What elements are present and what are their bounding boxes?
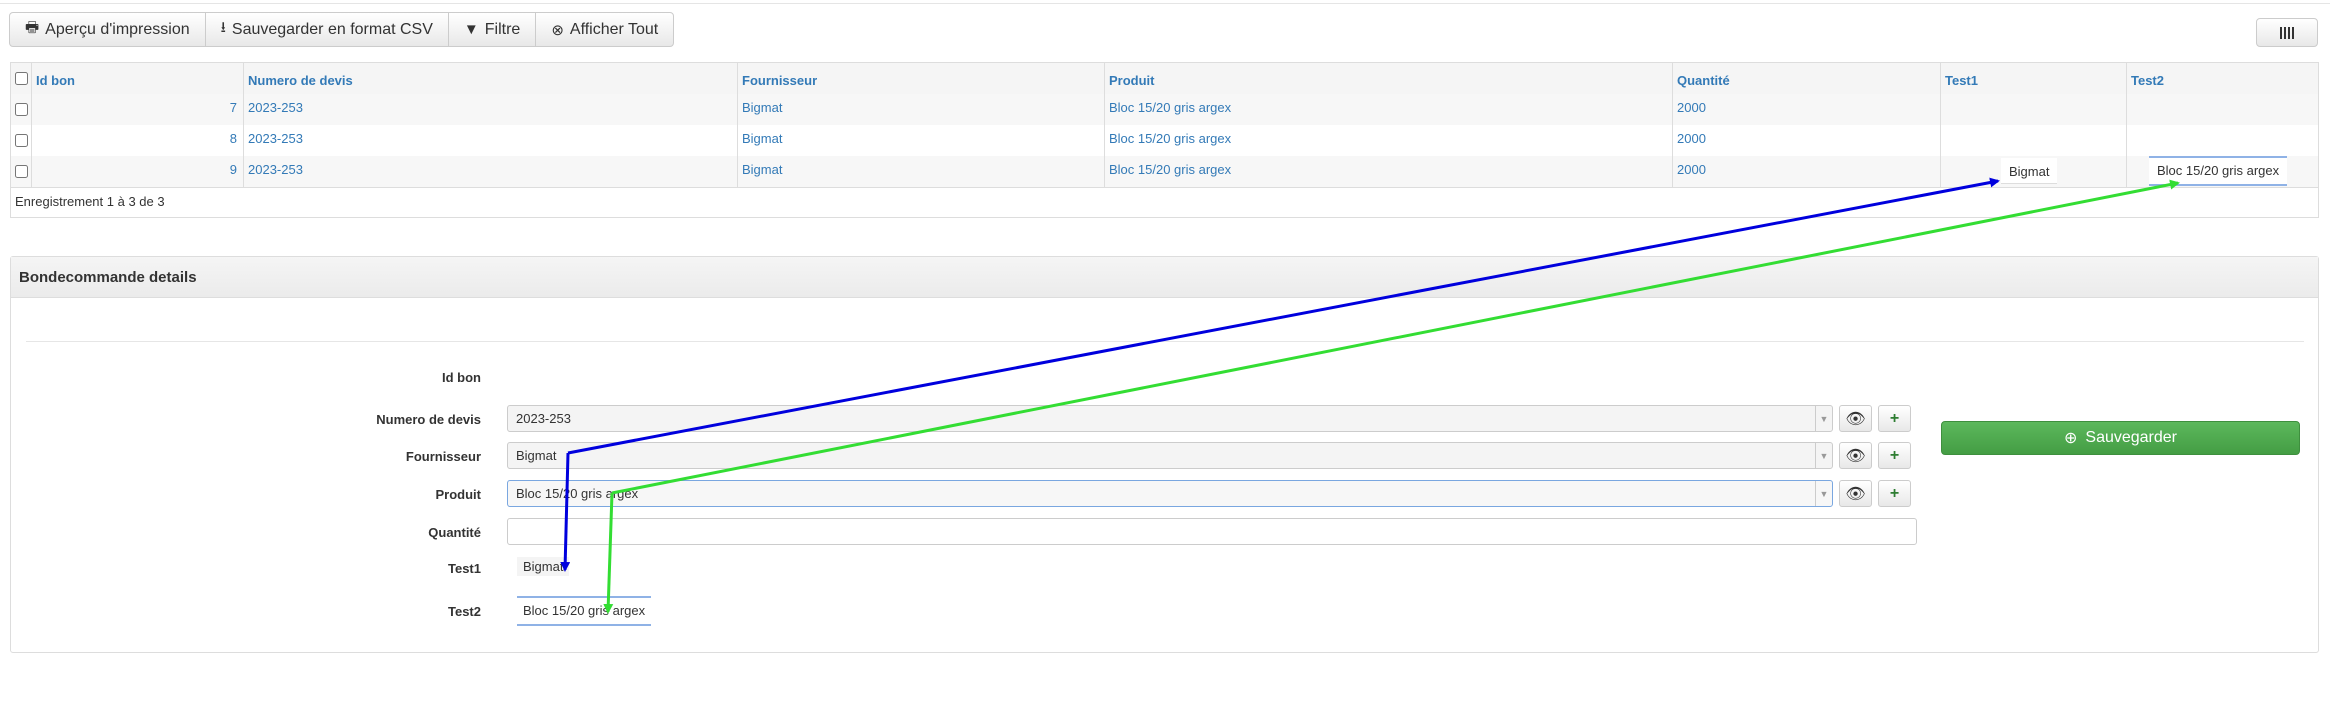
cell-quantite[interactable]: 2000	[1672, 125, 1940, 156]
col-header-quantite[interactable]: Quantité	[1672, 63, 1940, 94]
row-checkbox[interactable]	[15, 103, 28, 116]
save-csv-button[interactable]: ⭳ Sauvegarder en format CSV	[204, 12, 449, 47]
print-preview-button[interactable]: 🖶 Aperçu d'impression	[9, 12, 206, 47]
devis-select[interactable]: 2023-253 ▼	[507, 405, 1833, 432]
dropdown-arrow-icon[interactable]: ▼	[1815, 443, 1832, 468]
label-id-bon: Id bon	[442, 370, 481, 385]
cell-produit[interactable]: Bloc 15/20 gris argex	[1104, 156, 1672, 187]
printer-icon: 🖶	[25, 19, 40, 36]
filter-button[interactable]: ▼ Filtre	[447, 12, 537, 47]
cell-id-bon[interactable]: 8	[31, 125, 243, 156]
col-header-test1[interactable]: Test1	[1940, 63, 2126, 94]
cell-numero-devis[interactable]: 2023-253	[243, 125, 737, 156]
save-label: Sauvegarder	[2085, 429, 2178, 446]
eye-icon: 👁	[1845, 410, 1866, 428]
field-labels: Id bon Numero de devis Fournisseur Produ…	[281, 257, 481, 652]
row-select-cell	[11, 94, 31, 125]
row-checkbox[interactable]	[15, 134, 28, 147]
cell-id-bon[interactable]: 9	[31, 156, 243, 187]
label-numero-devis: Numero de devis	[376, 412, 481, 427]
produit-add-button[interactable]: +	[1878, 480, 1911, 507]
fournisseur-select-value: Bigmat	[516, 448, 557, 463]
label-fournisseur: Fournisseur	[405, 449, 481, 464]
table-row[interactable]: 9 2023-253 Bigmat Bloc 15/20 gris argex …	[11, 156, 2318, 188]
label-test1: Test1	[448, 561, 481, 576]
test1-inline-value: Bigmat	[2001, 158, 2058, 184]
col-header-produit[interactable]: Produit	[1104, 63, 1672, 94]
grid-toolbar: 🖶 Aperçu d'impression ⭳ Sauvegarder en f…	[9, 12, 675, 47]
cell-fournisseur[interactable]: Bigmat	[737, 156, 1104, 187]
top-divider	[0, 0, 2330, 4]
cell-numero-devis[interactable]: 2023-253	[243, 156, 737, 187]
devis-add-button[interactable]: +	[1878, 405, 1911, 432]
detail-panel: Bondecommande details Id bon Numero de d…	[10, 256, 2319, 653]
plus-icon: +	[1889, 409, 1900, 427]
cell-produit[interactable]: Bloc 15/20 gris argex	[1104, 94, 1672, 125]
filter-icon: ▼	[463, 21, 479, 38]
eye-icon: 👁	[1845, 485, 1866, 503]
produit-select[interactable]: Bloc 15/20 gris argex ▼	[507, 480, 1833, 507]
cell-produit[interactable]: Bloc 15/20 gris argex	[1104, 125, 1672, 156]
cell-numero-devis[interactable]: 2023-253	[243, 94, 737, 125]
cell-fournisseur[interactable]: Bigmat	[737, 94, 1104, 125]
grid-header-row: Id bon Numero de devis Fournisseur Produ…	[11, 63, 2318, 95]
record-count: Enregistrement 1 à 3 de 3	[15, 194, 165, 209]
print-preview-label: Aperçu d'impression	[45, 20, 190, 38]
cell-test1[interactable]	[1940, 94, 2126, 125]
col-header-numero-devis[interactable]: Numero de devis	[243, 63, 737, 94]
dropdown-arrow-icon[interactable]: ▼	[1815, 406, 1832, 431]
fournisseur-view-button[interactable]: 👁	[1839, 442, 1872, 469]
cell-test2[interactable]: Bloc 15/20 gris argex	[2126, 156, 2318, 187]
columns-icon	[2280, 26, 2294, 39]
circle-x-icon: ⊗	[551, 21, 564, 39]
row-select-cell	[11, 156, 31, 187]
save-button[interactable]: ⊕ Sauvegarder	[1941, 421, 2300, 455]
column-chooser-button[interactable]	[2256, 18, 2318, 47]
cell-quantite[interactable]: 2000	[1672, 156, 1940, 187]
row-checkbox[interactable]	[15, 165, 28, 178]
fournisseur-select[interactable]: Bigmat ▼	[507, 442, 1833, 469]
cell-fournisseur[interactable]: Bigmat	[737, 125, 1104, 156]
devis-select-value: 2023-253	[516, 411, 571, 426]
cell-test1[interactable]	[1940, 125, 2126, 156]
quantite-input[interactable]	[507, 518, 1917, 545]
cell-test2[interactable]	[2126, 125, 2318, 156]
produit-select-value: Bloc 15/20 gris argex	[516, 486, 639, 501]
save-csv-label: Sauvegarder en format CSV	[231, 20, 433, 38]
table-row[interactable]: 7 2023-253 Bigmat Bloc 15/20 gris argex …	[11, 94, 2318, 126]
col-header-test2[interactable]: Test2	[2126, 63, 2318, 94]
data-grid: Id bon Numero de devis Fournisseur Produ…	[10, 62, 2319, 218]
fournisseur-add-button[interactable]: +	[1878, 442, 1911, 469]
cell-id-bon[interactable]: 7	[31, 94, 243, 125]
show-all-button[interactable]: ⊗ Afficher Tout	[535, 12, 675, 47]
dropdown-arrow-icon[interactable]: ▼	[1815, 481, 1832, 506]
show-all-label: Afficher Tout	[569, 20, 659, 38]
download-icon: ⭳	[220, 19, 226, 36]
produit-view-button[interactable]: 👁	[1839, 480, 1872, 507]
label-test2: Test2	[448, 604, 481, 619]
cell-test1[interactable]: Bigmat	[1940, 156, 2126, 187]
label-produit: Produit	[435, 487, 482, 502]
test2-inline-editor[interactable]: Bloc 15/20 gris argex	[2149, 156, 2288, 186]
eye-icon: 👁	[1845, 447, 1866, 465]
test1-value[interactable]: Bigmat	[517, 557, 570, 576]
select-all-cell	[11, 63, 31, 94]
cell-test2[interactable]	[2126, 94, 2318, 125]
table-row[interactable]: 8 2023-253 Bigmat Bloc 15/20 gris argex …	[11, 125, 2318, 157]
devis-view-button[interactable]: 👁	[1839, 405, 1872, 432]
plus-icon: +	[1889, 446, 1900, 464]
col-header-fournisseur[interactable]: Fournisseur	[737, 63, 1104, 94]
cell-quantite[interactable]: 2000	[1672, 94, 1940, 125]
col-header-id-bon[interactable]: Id bon	[31, 63, 243, 94]
plus-circle-icon: ⊕	[2063, 430, 2078, 447]
select-all-checkbox[interactable]	[15, 72, 28, 85]
row-select-cell	[11, 125, 31, 156]
filter-label: Filtre	[484, 20, 521, 38]
test2-editor[interactable]: Bloc 15/20 gris argex	[517, 596, 652, 626]
label-quantite: Quantité	[428, 525, 481, 540]
plus-icon: +	[1889, 484, 1900, 502]
